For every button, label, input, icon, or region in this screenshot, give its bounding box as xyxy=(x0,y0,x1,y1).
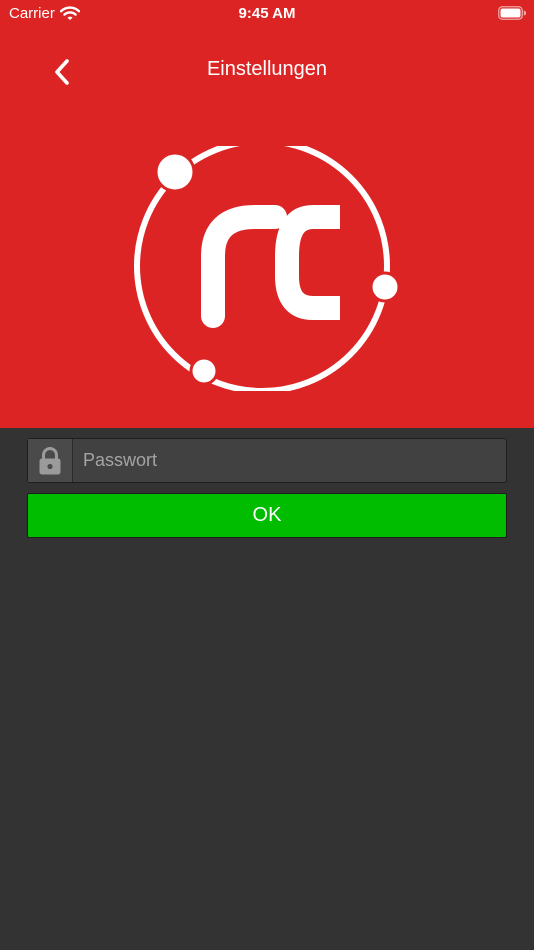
status-time: 9:45 AM xyxy=(238,5,296,22)
battery-icon xyxy=(498,6,526,20)
password-input[interactable] xyxy=(73,439,506,482)
navigation-bar: Einstellungen xyxy=(0,44,534,98)
lock-icon xyxy=(39,446,61,474)
header: Carrier 9:45 AM Einstellungen xyxy=(0,0,534,428)
ok-button[interactable]: OK xyxy=(27,493,507,538)
lock-icon-box xyxy=(28,439,73,482)
password-field-row xyxy=(27,438,507,483)
page-title: Einstellungen xyxy=(206,58,328,80)
status-bar: Carrier 9:45 AM xyxy=(0,0,534,28)
rc-logo xyxy=(134,146,401,391)
